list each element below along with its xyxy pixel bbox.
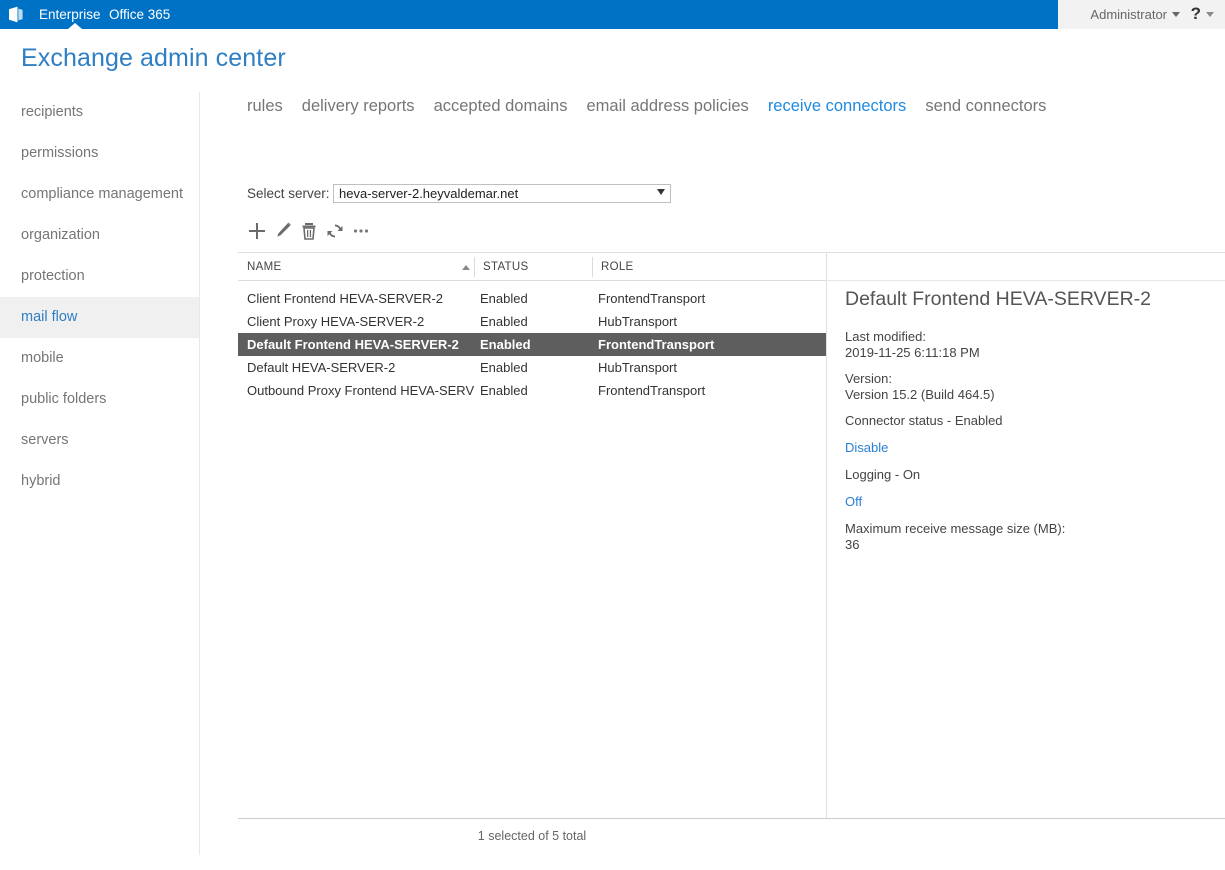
add-icon[interactable]	[245, 219, 269, 243]
page-title: Exchange admin center	[21, 44, 286, 72]
column-divider	[474, 257, 475, 277]
cell-status: Enabled	[480, 337, 531, 352]
sidebar-item-mail-flow[interactable]: mail flow	[0, 297, 199, 338]
tab-delivery-reports[interactable]: delivery reports	[302, 97, 415, 116]
sidebar-item-permissions[interactable]: permissions	[0, 133, 199, 174]
cell-name: Default HEVA-SERVER-2	[247, 360, 396, 375]
cell-role: HubTransport	[598, 314, 677, 329]
suite-bar: Enterprise Office 365 Administrator ?	[0, 0, 1225, 29]
detail-last-modified-label: Last modified:	[845, 329, 926, 344]
chevron-down-icon	[657, 189, 665, 195]
detail-last-modified-block: Last modified: 2019-11-25 6:11:18 PM	[845, 329, 1220, 361]
disable-connector-link[interactable]: Disable	[845, 440, 888, 456]
connector-list-panel: NAME STATUS ROLE Client Frontend HEVA-SE…	[238, 252, 826, 818]
column-header-name[interactable]: NAME	[247, 253, 281, 281]
detail-pane-divider	[826, 252, 827, 818]
detail-title: Default Frontend HEVA-SERVER-2	[845, 288, 1151, 310]
cell-status: Enabled	[480, 383, 528, 398]
sidebar-item-servers[interactable]: servers	[0, 420, 199, 461]
table-row[interactable]: Client Frontend HEVA-SERVER-2 Enabled Fron…	[238, 287, 826, 310]
sort-ascending-icon	[462, 265, 470, 270]
sidebar-item-organization[interactable]: organization	[0, 215, 199, 256]
detail-last-modified-value: 2019-11-25 6:11:18 PM	[845, 345, 980, 360]
chevron-down-icon[interactable]	[1206, 12, 1214, 17]
detail-connector-status-block: Connector status - Enabled	[845, 413, 1220, 429]
chevron-down-icon[interactable]	[1172, 12, 1180, 17]
table-row[interactable]: Client Proxy HEVA-SERVER-2 Enabled HubTran…	[238, 310, 826, 333]
cell-name: Outbound Proxy Frontend HEVA-SERVE...	[247, 383, 475, 398]
edit-pencil-icon[interactable]	[271, 219, 295, 243]
administrator-menu[interactable]: Administrator	[1090, 0, 1167, 29]
sidebar-nav: recipients permissions compliance manageme…	[0, 92, 200, 855]
cell-role: FrontendTransport	[598, 337, 715, 352]
cell-role: FrontendTransport	[598, 383, 706, 398]
connector-details-pane: Default Frontend HEVA-SERVER-2 Last modi…	[845, 288, 1220, 563]
more-ellipsis-icon[interactable]	[349, 219, 373, 243]
cell-status: Enabled	[480, 314, 528, 329]
detail-connector-status: Connector status - Enabled	[845, 413, 1003, 428]
column-divider	[592, 257, 593, 277]
sidebar-item-protection[interactable]: protection	[0, 256, 199, 297]
cell-name: Client Proxy HEVA-SERVER-2	[247, 314, 425, 329]
table-body: Client Frontend HEVA-SERVER-2 Enabled Fron…	[238, 281, 826, 402]
cell-status: Enabled	[480, 291, 528, 306]
office-logo-icon[interactable]	[7, 6, 25, 23]
cell-name: Default Frontend HEVA-SERVER-2	[247, 337, 459, 352]
sidebar-item-recipients[interactable]: recipients	[0, 92, 199, 133]
column-header-status[interactable]: STATUS	[483, 253, 528, 281]
detail-version-label: Version:	[845, 371, 892, 386]
detail-version-block: Version: Version 15.2 (Build 464.5)	[845, 371, 1220, 403]
tab-send-connectors[interactable]: send connectors	[925, 97, 1046, 116]
cell-role: FrontendTransport	[598, 291, 706, 306]
delete-trash-icon[interactable]	[297, 219, 321, 243]
sidebar-item-mobile[interactable]: mobile	[0, 338, 199, 379]
sidebar-item-hybrid[interactable]: hybrid	[0, 461, 199, 502]
server-select-value: heva-server-2.heyvaldemar.net	[339, 186, 519, 201]
footer-divider	[238, 818, 1225, 819]
detail-version-value: Version 15.2 (Build 464.5)	[845, 387, 995, 402]
detail-top-border	[827, 252, 1225, 253]
table-header: NAME STATUS ROLE	[238, 253, 826, 281]
detail-disable-block: Disable	[845, 439, 1220, 457]
detail-max-size-value: 36	[845, 537, 860, 552]
tab-accepted-domains[interactable]: accepted domains	[434, 97, 568, 116]
tab-bar: rules delivery reports accepted domains ema…	[247, 97, 1065, 125]
detail-header-border	[827, 280, 1225, 281]
sidebar-item-public-folders[interactable]: public folders	[0, 379, 199, 420]
table-row[interactable]: Default Frontend HEVA-SERVER-2 Enabled Fro…	[238, 333, 826, 356]
detail-max-size-block: Maximum receive message size (MB): 36	[845, 521, 1220, 553]
table-row[interactable]: Default HEVA-SERVER-2 Enabled HubTransport	[238, 356, 826, 379]
cell-name: Client Frontend HEVA-SERVER-2	[247, 291, 444, 306]
server-select-dropdown[interactable]: heva-server-2.heyvaldemar.net	[333, 184, 671, 203]
cell-role: HubTransport	[598, 360, 677, 375]
logging-off-link[interactable]: Off	[845, 494, 862, 510]
active-suite-indicator	[68, 23, 82, 29]
cell-status: Enabled	[480, 360, 528, 375]
selection-status-text: 1 selected of 5 total	[477, 829, 587, 843]
select-server-label: Select server:	[247, 186, 330, 201]
help-question-icon[interactable]: ?	[1191, 0, 1201, 29]
detail-max-size-label: Maximum receive message size (MB):	[845, 521, 1066, 536]
detail-logging-off-block: Off	[845, 493, 1220, 511]
table-row[interactable]: Outbound Proxy Frontend HEVA-SERVE... Ena…	[238, 379, 826, 402]
sidebar-item-compliance-management[interactable]: compliance management	[0, 174, 199, 215]
detail-logging-status: Logging - On	[845, 467, 921, 482]
column-header-role[interactable]: ROLE	[601, 253, 634, 281]
suite-link-office365[interactable]: Office 365	[109, 0, 170, 29]
tab-receive-connectors[interactable]: receive connectors	[768, 97, 907, 116]
refresh-icon[interactable]	[323, 219, 347, 243]
tab-rules[interactable]: rules	[247, 97, 283, 116]
tab-email-address-policies[interactable]: email address policies	[586, 97, 748, 116]
detail-logging-block: Logging - On	[845, 467, 1220, 483]
